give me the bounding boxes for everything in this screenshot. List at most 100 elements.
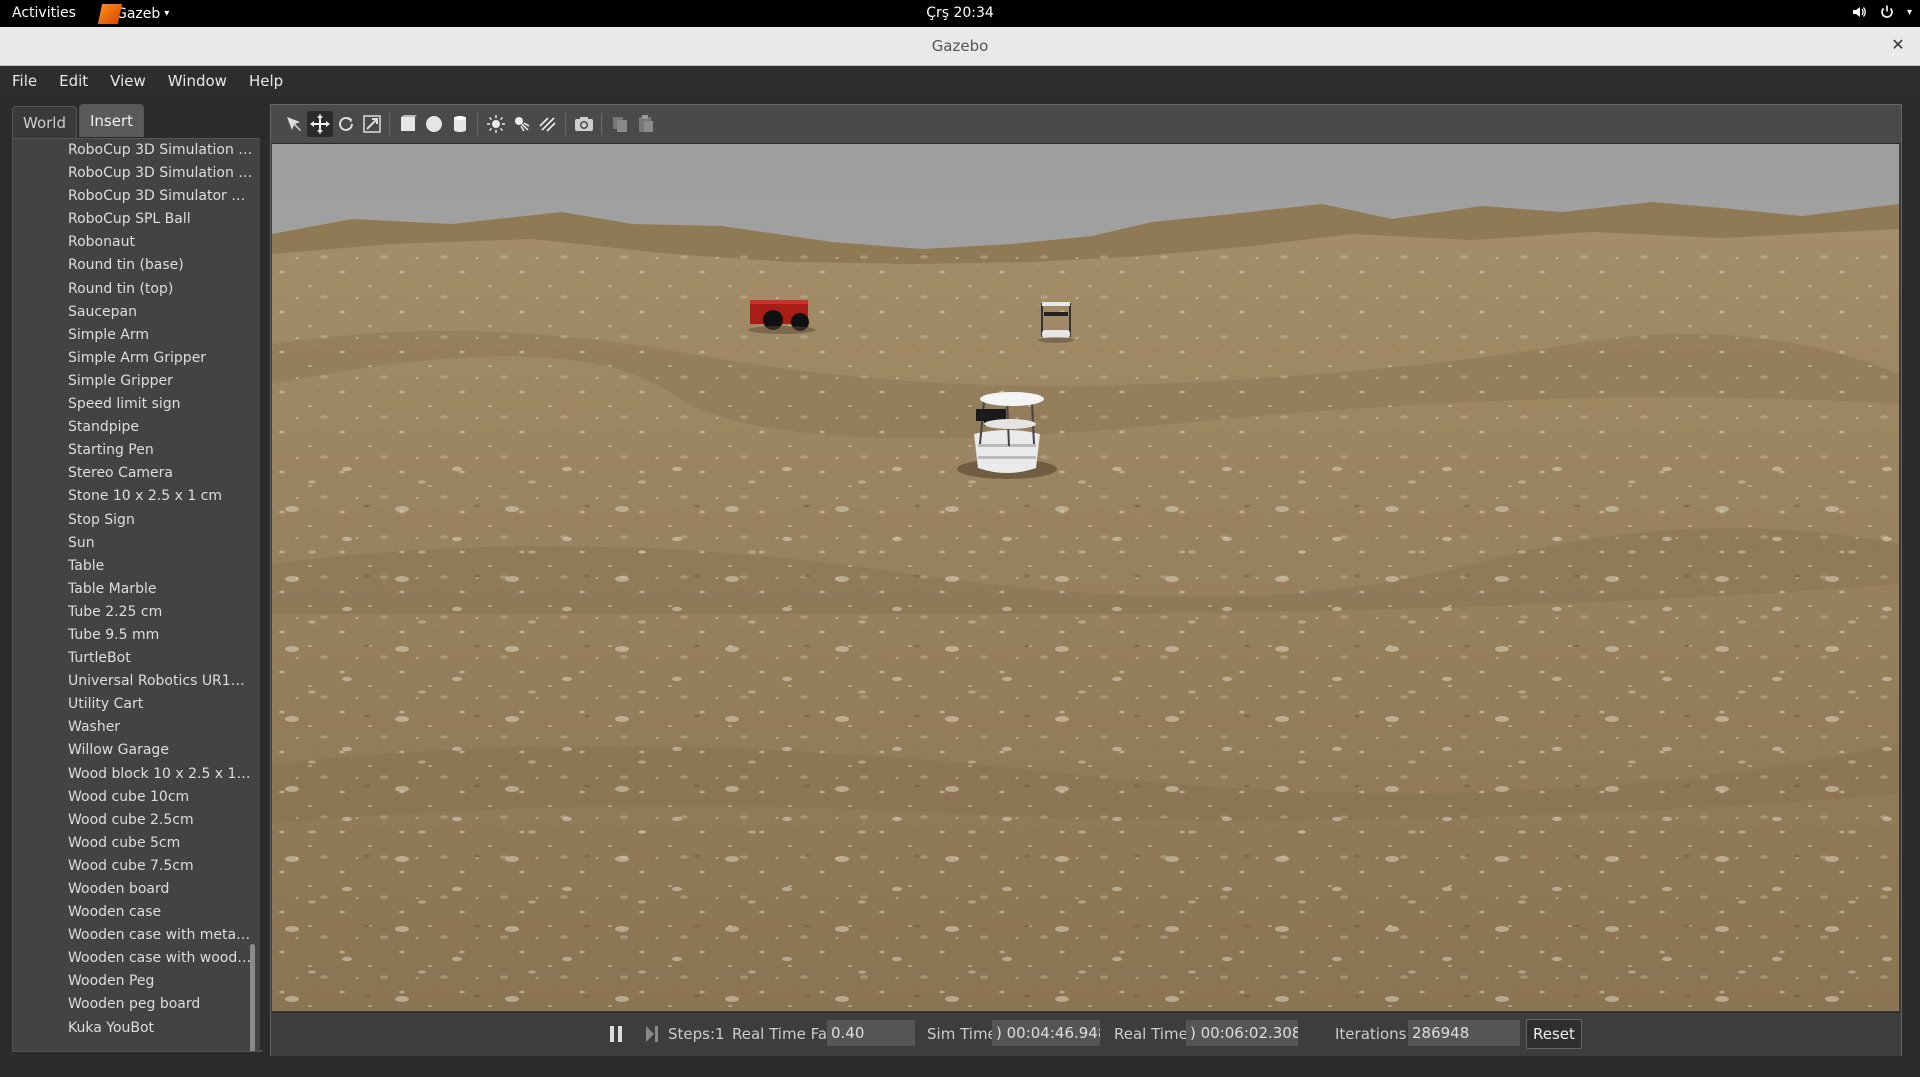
model-list-item[interactable]: Standpipe [13,416,253,439]
model-list-item[interactable]: Wood cube 2.5cm [13,809,253,832]
menu-edit[interactable]: Edit [47,72,98,90]
window-title-bar: Gazebo ✕ [0,27,1920,66]
model-list-item[interactable]: Stereo Camera [13,462,253,485]
menu-bar: File Edit View Window Help [0,66,1920,96]
point-light-icon[interactable] [483,111,509,137]
clock[interactable]: Çrş 20:34 [926,5,994,21]
render-toolbar [271,105,1901,144]
model-list[interactable]: RoboCup 3D Simulation B... RoboCup 3D Sim… [12,138,262,1052]
iterations-field: 286948 [1408,1020,1520,1046]
panel-tabs: World Insert [12,104,146,139]
model-list-item[interactable]: Wooden case [13,901,253,924]
render-panel: Steps: 1 Real Time Factor: 0.40 Sim Time… [270,104,1902,1056]
gazebo-app-icon [97,3,123,24]
power-icon [1879,4,1895,20]
iterations-label: Iterations: [1335,1025,1412,1043]
model-list-item[interactable]: Wood cube 5cm [13,832,253,855]
model-list-item[interactable]: Round tin (base) [13,254,253,277]
model-list-item[interactable]: Stone 10 x 2.5 x 1 cm [13,485,253,508]
toolbar-divider [565,113,566,135]
model-list-item[interactable]: Wooden case with metal ... [13,924,253,947]
scale-icon[interactable] [359,111,385,137]
model-list-item[interactable]: Wood cube 10cm [13,786,253,809]
toolbar-divider [601,113,602,135]
system-top-bar: Activities Gazeb ▾ Çrş 20:34 ▾ [0,0,1920,27]
real-time-label: Real Time: [1114,1025,1193,1043]
model-list-item[interactable]: Wooden Peg [13,970,253,993]
window-bottom-border [0,1056,1920,1077]
toolbar-divider [389,113,390,135]
model-list-item[interactable]: RoboCup 3D Simulation F... [13,162,253,185]
model-list-item[interactable]: RoboCup SPL Ball [13,208,253,231]
directional-light-icon[interactable] [535,111,561,137]
model-list-item[interactable]: Wood block 10 x 2.5 x 1 ... [13,763,253,786]
model-list-item[interactable]: Kuka YouBot [13,1017,253,1040]
caret-down-icon: ▾ [164,8,170,19]
model-list-item[interactable]: Table Marble [13,578,253,601]
sim-time-field: ) 00:04:46.948 [992,1020,1100,1046]
caret-down-icon: ▾ [1906,6,1912,18]
translate-icon[interactable] [307,111,333,137]
sim-time-label: Sim Time: [927,1025,1002,1043]
model-list-item[interactable]: Wood cube 7.5cm [13,855,253,878]
spot-light-icon[interactable] [509,111,535,137]
model-list-item[interactable]: Simple Arm [13,324,253,347]
rtf-field: 0.40 [827,1020,915,1046]
list-scrollbar[interactable] [250,944,255,1051]
model-list-item[interactable]: Tube 9.5 mm [13,624,253,647]
model-list-item[interactable]: TurtleBot [13,647,253,670]
step-icon[interactable] [644,1024,660,1048]
model-list-item[interactable]: Wooden peg board [13,993,253,1016]
model-list-item[interactable]: Simple Gripper [13,370,253,393]
model-list-item[interactable]: Wooden case with woode... [13,947,253,970]
model-list-item[interactable]: Round tin (top) [13,278,253,301]
model-list-item[interactable]: Stop Sign [13,509,253,532]
panel-splitter[interactable] [260,104,270,1050]
model-list-item[interactable]: Universal Robotics UR10 ... [13,670,253,693]
toolbar-divider [477,113,478,135]
screenshot-icon[interactable] [571,111,597,137]
model-list-item[interactable]: Saucepan [13,301,253,324]
model-list-item[interactable]: RoboCup 3D Simulation B... [13,139,253,162]
model-list-item[interactable]: Willow Garage [13,739,253,762]
left-panel: World Insert RoboCup 3D Simulation B... R… [8,104,262,1052]
paste-icon[interactable] [633,111,659,137]
menu-view[interactable]: View [98,72,156,90]
model-list-item[interactable]: Table [13,555,253,578]
volume-icon [1851,4,1867,20]
window-title: Gazebo [931,37,989,55]
pioneer-robot-model [748,300,816,334]
model-list-item[interactable]: Simple Arm Gripper [13,347,253,370]
cylinder-icon[interactable] [447,111,473,137]
real-time-field: ) 00:06:02.308 [1186,1020,1298,1046]
menu-window[interactable]: Window [156,72,237,90]
model-list-item[interactable]: Tube 2.25 cm [13,601,253,624]
status-area[interactable]: ▾ [1851,4,1912,20]
close-icon[interactable]: ✕ [1888,35,1908,55]
model-list-item[interactable]: Washer [13,716,253,739]
steps-label: Steps: [668,1025,716,1043]
copy-icon[interactable] [607,111,633,137]
tab-world[interactable]: World [12,106,77,139]
tab-insert[interactable]: Insert [79,104,145,137]
steps-value[interactable]: 1 [715,1025,725,1043]
activities-button[interactable]: Activities [12,5,76,21]
model-list-item[interactable]: RoboCup 3D Simulator G... [13,185,253,208]
model-list-item[interactable]: Sun [13,532,253,555]
model-list-item[interactable]: Robonaut [13,231,253,254]
model-list-item[interactable]: Wooden board [13,878,253,901]
reset-button[interactable]: Reset [1526,1019,1582,1049]
simulation-status-bar: Steps: 1 Real Time Factor: 0.40 Sim Time… [271,1012,1901,1056]
3d-viewport[interactable] [272,144,1899,1011]
sphere-icon[interactable] [421,111,447,137]
select-arrow-icon[interactable] [281,111,307,137]
model-list-item[interactable]: Utility Cart [13,693,253,716]
app-menu[interactable]: Gazeb ▾ [97,0,170,27]
rotate-icon[interactable] [333,111,359,137]
box-icon[interactable] [395,111,421,137]
menu-file[interactable]: File [0,72,47,90]
menu-help[interactable]: Help [237,72,293,90]
model-list-item[interactable]: Starting Pen [13,439,253,462]
pause-icon[interactable] [608,1024,624,1048]
model-list-item[interactable]: Speed limit sign [13,393,253,416]
